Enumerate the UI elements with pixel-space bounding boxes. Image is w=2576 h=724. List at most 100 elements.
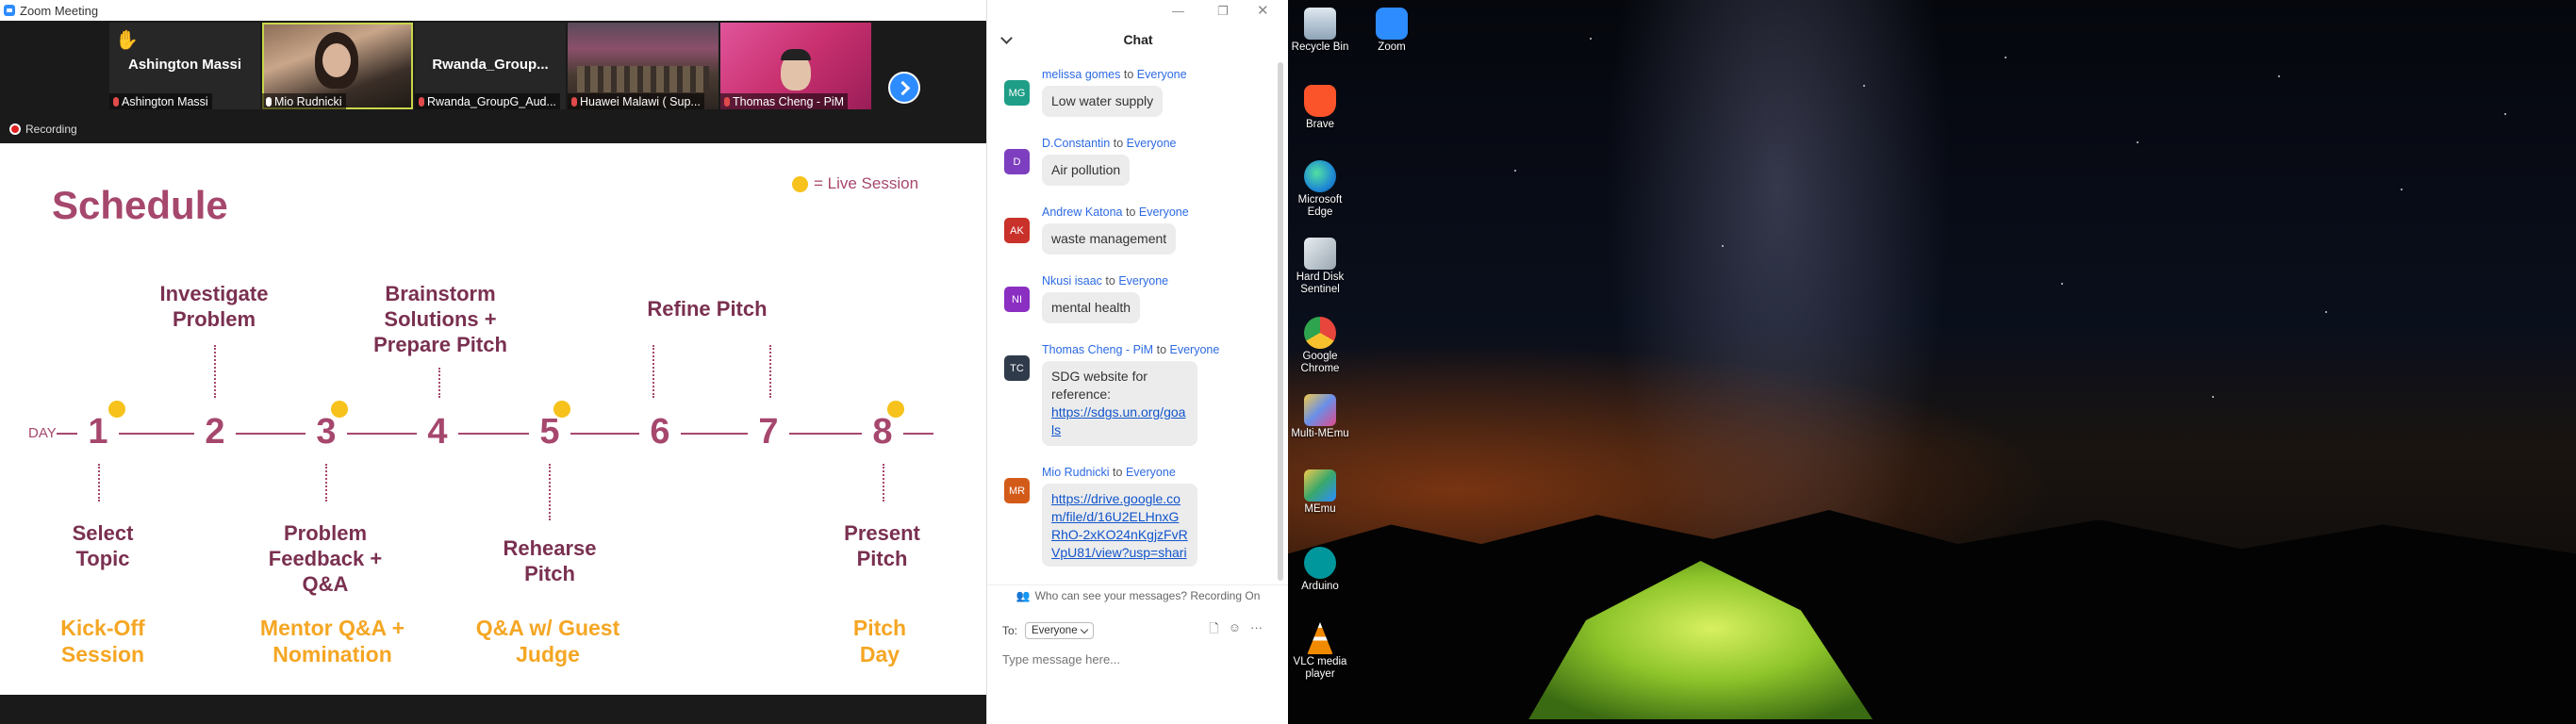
avatar: AK — [1004, 218, 1030, 243]
message-input[interactable] — [1002, 649, 1276, 669]
day-number: 8 — [862, 412, 903, 452]
sender-name[interactable]: Thomas Cheng - PiM — [1042, 343, 1153, 356]
star — [2061, 283, 2063, 285]
participant-name: Huawei Malawi ( Sup... — [580, 94, 701, 108]
desktop-icon-multi-memu[interactable]: Multi-MEmu — [1290, 394, 1350, 440]
message-header: Nkusi isaac to Everyone — [1042, 274, 1168, 288]
gallery-strip: ✋ Ashington Massi Ashington Massi Mio Ru… — [0, 21, 986, 141]
live-session-sun-icon — [331, 401, 348, 418]
message-bubble: Air pollution — [1042, 155, 1131, 186]
star — [1590, 38, 1592, 40]
recipient-name: Everyone — [1118, 274, 1169, 288]
milestone-label: Mentor Q&A + Nomination — [259, 616, 405, 666]
connector-dots — [438, 368, 440, 398]
video-tile[interactable]: Thomas Cheng - PiM — [720, 23, 871, 109]
minimize-icon[interactable]: — — [1172, 4, 1184, 18]
mic-muted-icon — [571, 96, 577, 107]
avatar: TC — [1004, 355, 1030, 381]
edge-icon — [1304, 160, 1336, 192]
participant-caption: Huawei Malawi ( Sup... — [568, 93, 704, 109]
people-icon: 👥 — [1016, 588, 1031, 602]
desktop-icon-microsoft-edge[interactable]: Microsoft Edge — [1290, 160, 1350, 219]
title-bar: Zoom Meeting — [0, 0, 986, 21]
star — [2137, 141, 2138, 143]
activity-label: Rehearse Pitch — [503, 536, 597, 585]
memu-icon — [1304, 469, 1336, 502]
sender-name[interactable]: D.Constantin — [1042, 137, 1110, 150]
who-can-see-messages[interactable]: 👥 Who can see your messages? Recording O… — [987, 584, 1289, 605]
arduino-icon — [1304, 547, 1336, 579]
multi-memu-icon — [1304, 394, 1336, 426]
connector-dots — [652, 345, 654, 398]
recipient-row: To: Everyone 🗋 ☺ ··· — [1002, 620, 1276, 641]
milestone-label: Kick-Off Session — [60, 616, 145, 666]
sender-name[interactable]: Andrew Katona — [1042, 206, 1122, 219]
participant-caption: Ashington Massi — [109, 93, 212, 109]
participant-caption: Thomas Cheng - PiM — [720, 93, 849, 109]
video-tile[interactable]: ✋ Ashington Massi Ashington Massi — [109, 23, 260, 109]
desktop-icon-label: MEmu — [1304, 503, 1336, 515]
desktop-icon-google-chrome[interactable]: Google Chrome — [1290, 317, 1350, 375]
recipient-name: Everyone — [1169, 343, 1220, 356]
avatar: D — [1004, 149, 1030, 174]
more-options-icon[interactable]: ··· — [1250, 620, 1263, 641]
next-page-button[interactable] — [888, 72, 920, 104]
sender-name[interactable]: Nkusi isaac — [1042, 274, 1102, 288]
desktop-icon-memu[interactable]: MEmu — [1290, 469, 1350, 516]
desktop-icon-zoom[interactable]: Zoom — [1362, 8, 1422, 54]
video-tile[interactable]: Huawei Malawi ( Sup... — [568, 23, 718, 109]
desktop-icon-recycle-bin[interactable]: Recycle Bin — [1290, 8, 1350, 54]
participant-face — [322, 43, 351, 77]
to-label: to — [1113, 137, 1124, 150]
activity-label: Select Topic — [72, 521, 134, 570]
message-link[interactable]: https://drive.google.com/file/d/16U2ELHn… — [1051, 491, 1188, 567]
desktop-icon-arduino[interactable]: Arduino — [1290, 547, 1350, 593]
who-can-see-label: Who can see your messages? Recording On — [1034, 588, 1261, 602]
maximize-icon[interactable]: ❐ — [1217, 4, 1229, 19]
star — [2005, 57, 2006, 58]
sender-name[interactable]: Mio Rudnicki — [1042, 466, 1110, 479]
video-tile[interactable]: Rwanda_Group... Rwanda_GroupG_Aud... — [415, 23, 566, 109]
participant-name: Rwanda_GroupG_Aud... — [427, 94, 556, 108]
participant-name-large: Ashington Massi — [127, 57, 241, 73]
recipient-dropdown[interactable]: Everyone — [1025, 622, 1094, 639]
activity-label: Brainstorm Solutions + Prepare Pitch — [373, 282, 507, 356]
message-text: SDG website for reference: — [1051, 369, 1148, 402]
recording-indicator[interactable]: Recording — [9, 123, 77, 136]
connector-dots — [549, 464, 551, 520]
star — [1863, 85, 1865, 87]
chat-scrollbar[interactable] — [1278, 62, 1283, 581]
sender-name[interactable]: melissa gomes — [1042, 68, 1120, 81]
chat-tools: 🗋 ☺ ··· — [1209, 620, 1263, 641]
chat-title: Chat — [1123, 32, 1153, 47]
to-label: to — [1156, 343, 1167, 356]
day-number: 6 — [639, 412, 681, 452]
emoji-icon[interactable]: ☺ — [1229, 620, 1241, 641]
recipient-value: Everyone — [1032, 625, 1078, 636]
live-session-sun-icon — [108, 401, 125, 418]
participant-name: Ashington Massi — [122, 94, 208, 108]
desktop-icon-hard-disk-sentinel[interactable]: Hard Disk Sentinel — [1290, 238, 1350, 296]
desktop-icon-label: Recycle Bin — [1291, 41, 1349, 53]
star — [2212, 396, 2214, 398]
message-bubble: Low water supply — [1042, 86, 1164, 117]
avatar: MG — [1004, 80, 1030, 106]
star — [2504, 113, 2506, 115]
message-link[interactable]: https://sdgs.un.org/goals — [1051, 404, 1185, 437]
close-icon[interactable]: ✕ — [1257, 2, 1269, 19]
mountain-silhouette — [1288, 509, 2576, 724]
timeline-line — [57, 433, 933, 435]
live-session-sun-icon — [553, 401, 570, 418]
recipient-name: Everyone — [1126, 137, 1177, 150]
file-icon[interactable]: 🗋 — [1209, 620, 1218, 641]
desktop-icon-label: Hard Disk Sentinel — [1296, 272, 1345, 295]
star — [2325, 311, 2327, 313]
activity-label: Investigate Problem — [159, 282, 269, 331]
mic-muted-icon — [724, 96, 730, 107]
window-title: Zoom Meeting — [20, 3, 99, 18]
desktop-icon-vlc[interactable]: VLC media player — [1290, 622, 1350, 681]
slide-bottom-bar — [0, 695, 986, 724]
desktop-icon-brave[interactable]: Brave — [1290, 85, 1350, 131]
participant-video — [577, 66, 709, 92]
video-tile-active-speaker[interactable]: Mio Rudnicki — [262, 23, 413, 109]
